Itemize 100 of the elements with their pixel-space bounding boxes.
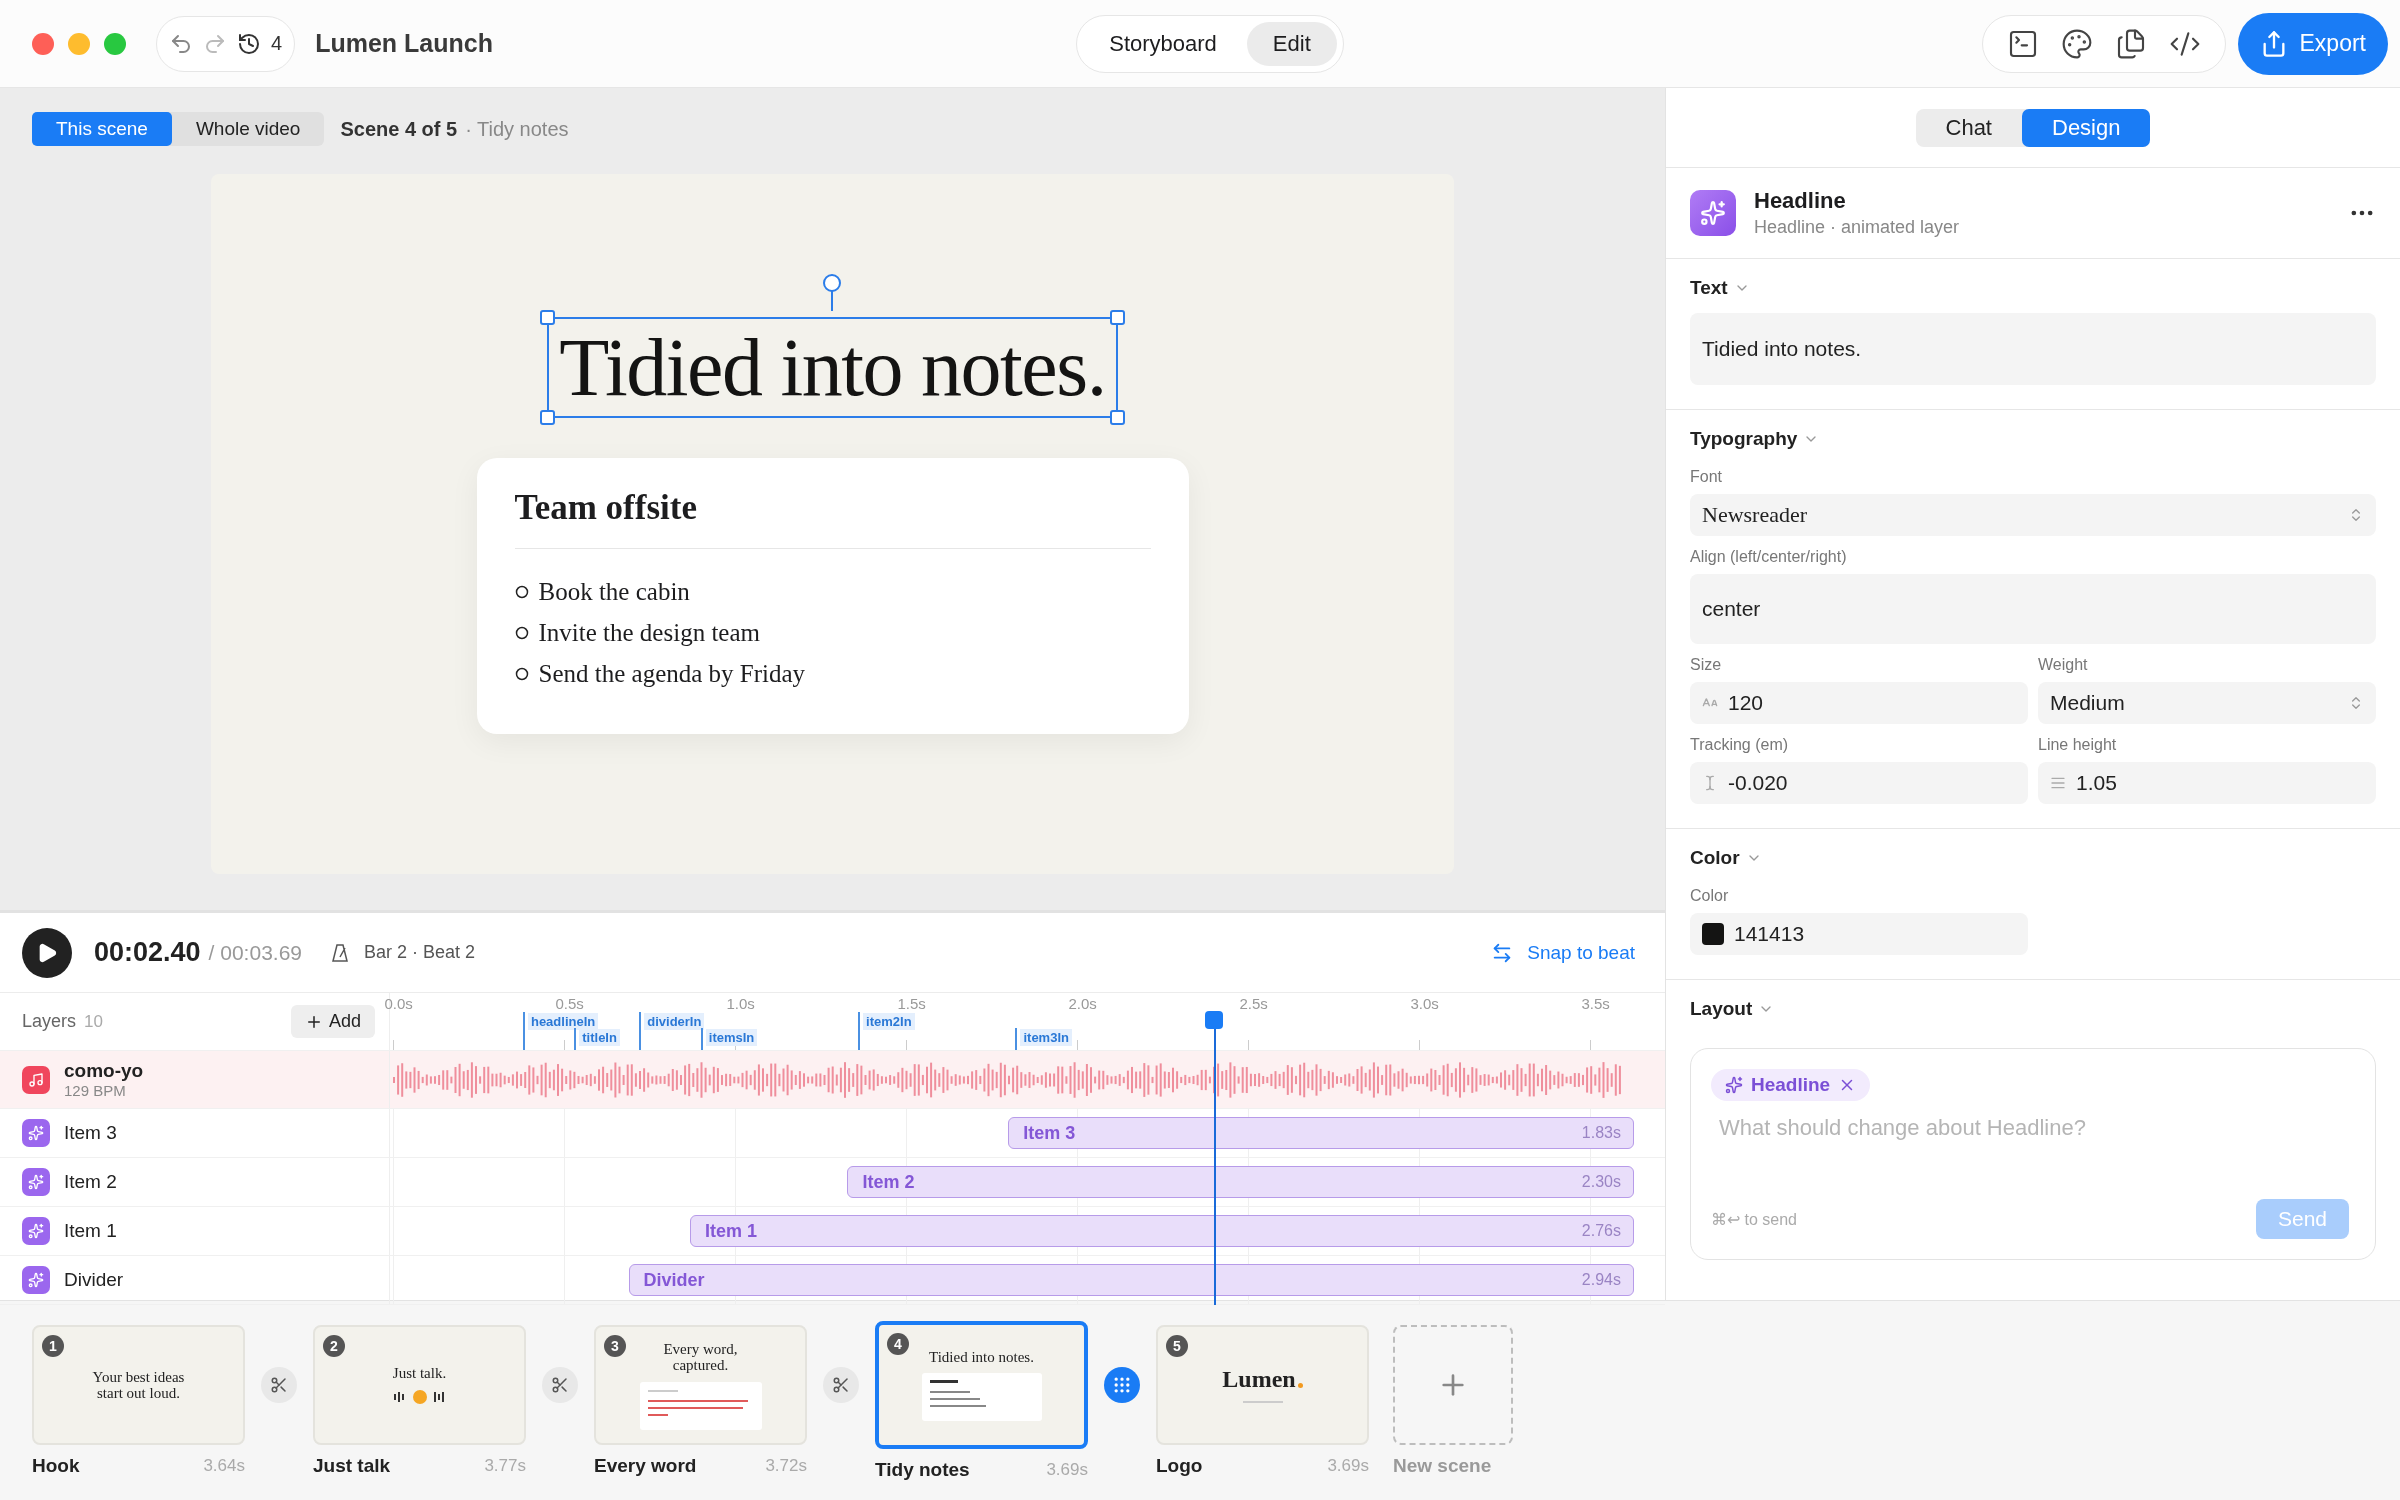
scene-number: 3 <box>604 1335 626 1357</box>
palette-icon[interactable] <box>2060 27 2093 60</box>
headline-text: Tidied into notes. <box>559 320 1106 415</box>
close-window-button[interactable] <box>32 32 54 55</box>
beat-position: Bar 2 · Beat 2 <box>364 942 476 963</box>
clip-duration: 2.94s <box>1581 1271 1621 1289</box>
scene-thumbnail[interactable]: 2 Just talk. <box>313 1325 526 1445</box>
layer-name: Divider <box>64 1269 124 1291</box>
field-label: Line height <box>2038 736 2118 754</box>
scene-thumbnail[interactable]: 5 Lumen <box>1156 1325 1369 1445</box>
clip-duration: 2.30s <box>1581 1173 1621 1191</box>
scene-label: Just talk <box>313 1455 391 1477</box>
layer-name: Item 1 <box>64 1220 117 1242</box>
scope-tab[interactable]: Whole video <box>171 112 325 146</box>
scene-label: Tidy notes <box>875 1459 970 1481</box>
panel-tab[interactable]: Design <box>2022 108 2151 147</box>
text-field[interactable]: Tidied into notes. <box>1690 313 2376 385</box>
panel-tab[interactable]: Chat <box>1915 108 2022 147</box>
scene-label: Every word <box>594 1455 697 1477</box>
resize-handle[interactable] <box>540 410 556 425</box>
field-label: Color <box>1690 887 1730 905</box>
clip-duration: 1.83s <box>1581 1124 1621 1142</box>
scene-thumbnail[interactable]: 1 Your best ideas start out loud. <box>32 1325 245 1445</box>
circle-bullet-icon <box>514 625 529 640</box>
font-select[interactable]: Newsreader <box>1690 494 2376 536</box>
sparkle-icon <box>22 1168 50 1196</box>
sparkle-icon <box>22 1266 50 1294</box>
circle-bullet-icon <box>514 666 529 681</box>
align-field[interactable]: center <box>1690 574 2376 644</box>
tracking-field[interactable]: -0.020 <box>1690 762 2028 804</box>
transition-button[interactable] <box>1104 1367 1140 1403</box>
audio-bpm: 129 BPM <box>64 1082 127 1099</box>
tagline-drawing <box>1242 1400 1283 1404</box>
layer-clip[interactable]: Item 2 2.30s <box>847 1166 1634 1198</box>
scene-label: Logo <box>1156 1455 1203 1477</box>
layer-clip[interactable]: Item 3 1.83s <box>1008 1117 1634 1149</box>
current-time: 00:02.40 <box>94 937 201 968</box>
zoom-window-button[interactable] <box>104 32 126 55</box>
clip-duration: 2.76s <box>1581 1222 1621 1240</box>
ruler-label: 3.5s <box>1581 995 1610 1012</box>
size-field[interactable]: 120 <box>1690 682 2028 724</box>
field-label: Weight <box>2038 656 2089 674</box>
resize-handle[interactable] <box>540 310 556 325</box>
section-title: Color <box>1690 847 1740 869</box>
snap-to-beat-button[interactable]: Snap to beat <box>1485 940 1641 965</box>
line-height-field[interactable]: 1.05 <box>2038 762 2376 804</box>
layer-subtitle: Headline · animated layer <box>1754 217 1961 238</box>
clip-label: Divider <box>643 1269 705 1291</box>
play-button[interactable] <box>22 927 72 978</box>
scene-thumbnail[interactable]: 4 Tidied into notes. <box>875 1321 1088 1449</box>
scene-number: 1 <box>42 1335 64 1357</box>
layer-name: Item 3 <box>64 1122 117 1144</box>
cue-label: item3In <box>1020 1029 1072 1046</box>
layer-name: Item 2 <box>64 1171 117 1193</box>
send-shortcut-hint: ⌘↩ to send <box>1711 1209 1797 1229</box>
playhead-handle[interactable] <box>1204 1011 1223 1029</box>
ruler-label: 1.0s <box>726 995 755 1012</box>
sparkle-icon <box>22 1119 50 1147</box>
scene-thumbnail[interactable]: 3 Every word, captured. <box>594 1325 807 1445</box>
resize-handle[interactable] <box>1109 310 1125 325</box>
field-label: Align (left/center/right) <box>1690 548 1848 566</box>
scope-tab[interactable]: This scene <box>32 112 172 146</box>
scissors-button[interactable] <box>261 1367 297 1403</box>
color-field[interactable]: 141413 <box>1690 913 2028 955</box>
scene-number: 5 <box>1166 1335 1188 1357</box>
thumbnail-title: Lumen <box>1222 1366 1296 1393</box>
rotate-handle[interactable] <box>822 273 843 311</box>
thumbnail-title: Your best ideas start out loud. <box>91 1368 186 1402</box>
scissors-button[interactable] <box>823 1367 859 1403</box>
audio-track-name: como-yo <box>64 1060 144 1082</box>
total-time: / 00:03.69 <box>208 940 302 965</box>
checklist-item: Send the agenda by Friday <box>538 659 806 689</box>
scene-label: Hook <box>32 1455 80 1477</box>
mode-tab[interactable]: Edit <box>1246 21 1337 66</box>
add-layer-button[interactable]: Add <box>290 1005 375 1038</box>
section-title: Typography <box>1690 428 1798 450</box>
cue-label: titleIn <box>579 1029 620 1046</box>
field-label: Font <box>1690 468 1723 486</box>
scissors-icon <box>270 1376 288 1394</box>
cue-label: item2In <box>863 1013 915 1030</box>
mode-tab[interactable]: Storyboard <box>1083 21 1243 66</box>
sparkle-icon <box>22 1217 50 1245</box>
dot-grid-icon <box>1112 1375 1132 1395</box>
sparkle-icon <box>1725 1076 1743 1094</box>
weight-select[interactable]: Medium <box>2038 682 2376 724</box>
layer-clip[interactable]: Divider 2.94s <box>628 1264 1634 1296</box>
cue-label: itemsIn <box>705 1029 758 1046</box>
export-button[interactable]: Export <box>2237 12 2388 75</box>
resize-handle[interactable] <box>1109 410 1125 425</box>
layers-count: 10 <box>84 1011 103 1032</box>
thumbnail-title: Every word, captured. <box>662 1340 739 1374</box>
music-icon <box>22 1065 50 1094</box>
scene-name: · Tidy notes <box>465 117 569 141</box>
scissors-button[interactable] <box>542 1367 578 1403</box>
circle-bullet-icon <box>514 584 529 599</box>
scene-duration: 3.64s <box>203 1456 245 1476</box>
history-icon[interactable] <box>237 31 261 56</box>
scene-position: Scene 4 of 5 <box>340 117 458 141</box>
field-label: Size <box>1690 656 1723 674</box>
layer-clip[interactable]: Item 1 2.76s <box>690 1215 1634 1247</box>
